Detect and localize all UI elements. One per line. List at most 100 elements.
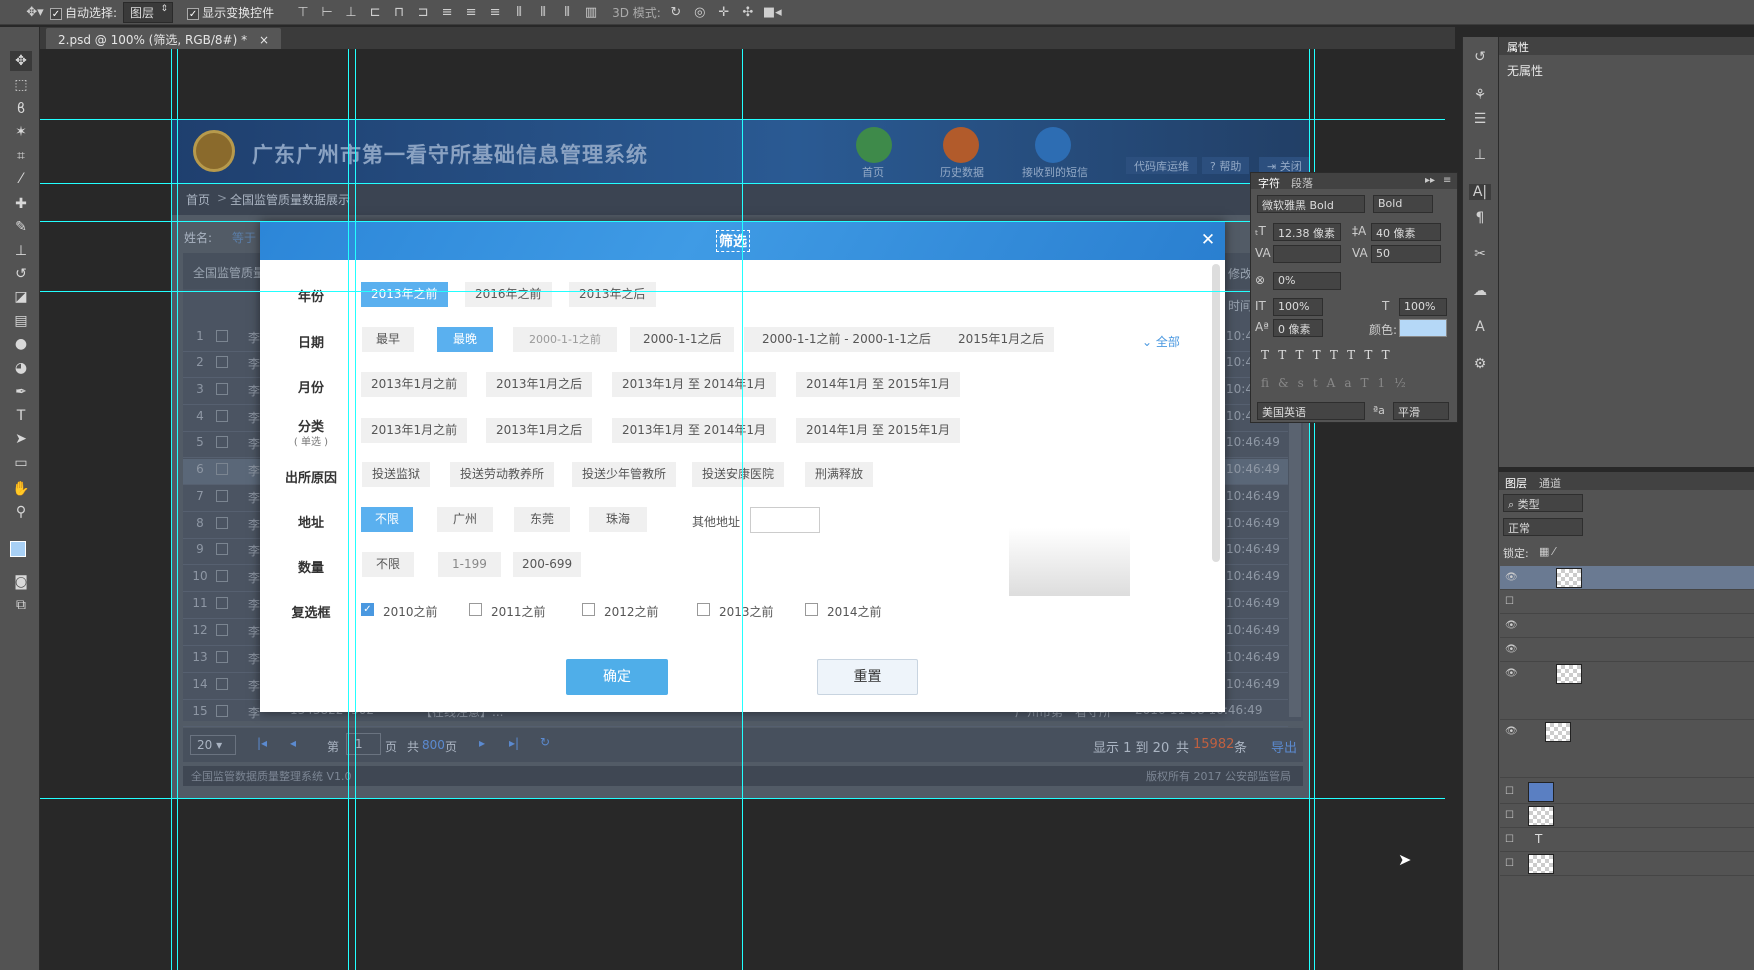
collapse-icon[interactable]: ▸▸ (1425, 175, 1435, 186)
row-checkbox[interactable] (216, 651, 228, 663)
align-bottom-icon[interactable]: ⊥ (342, 5, 360, 20)
reason-option[interactable]: 投送劳动教养所 (450, 462, 555, 487)
visibility-box-icon[interactable]: ☐ (1505, 596, 1514, 607)
layer-row[interactable] (1500, 614, 1754, 638)
reason-option[interactable]: 投送安康医院 (692, 462, 785, 487)
layer-row[interactable] (1500, 638, 1754, 662)
guide-line[interactable] (742, 49, 743, 970)
guide-line[interactable] (40, 291, 1445, 292)
align-right-icon[interactable]: ⊐ (414, 5, 432, 20)
visibility-box-icon[interactable]: ☐ (1505, 786, 1514, 797)
reason-option[interactable]: 投送少年管教所 (572, 462, 677, 487)
lock-brush-icon[interactable]: ⁄ (1553, 545, 1555, 558)
distribute-hcenter-icon[interactable]: ⫴ (534, 5, 552, 20)
row-checkbox[interactable] (216, 678, 228, 690)
quick-mask-icon[interactable]: ◙ (10, 572, 32, 592)
tab-properties[interactable]: 属性 (1507, 39, 1529, 55)
crop-tool-icon[interactable]: ⌗ (10, 146, 32, 166)
repo-ops-button[interactable]: 代码库运维 (1126, 157, 1197, 174)
show-all-link[interactable]: ⌄ 全部 (1142, 333, 1180, 350)
row-checkbox[interactable] (216, 597, 228, 609)
tab-channels[interactable]: 通道 (1539, 475, 1561, 491)
align-left-icon[interactable]: ⊏ (366, 5, 384, 20)
align-vcenter-icon[interactable]: ⊢ (318, 5, 336, 20)
font-family-select[interactable]: 微软雅黑 Bold (1257, 195, 1365, 213)
rotate-3d-icon[interactable]: ↻ (667, 5, 685, 20)
paragraph-panel-icon[interactable]: ¶ (1469, 210, 1491, 226)
refresh-icon[interactable]: ↻ (540, 735, 550, 749)
guide-line[interactable] (177, 49, 178, 970)
font-style-select[interactable]: Bold (1373, 195, 1433, 213)
move-tool-icon[interactable]: ✥ (10, 51, 32, 71)
guide-line[interactable] (40, 221, 1445, 222)
visibility-eye-icon[interactable]: 👁 (1505, 668, 1518, 679)
layer-row[interactable] (1500, 590, 1754, 614)
visibility-eye-icon[interactable]: 👁 (1505, 620, 1518, 631)
brush-tool-icon[interactable]: ✎ (10, 217, 32, 237)
row-checkbox[interactable] (216, 543, 228, 555)
history-icon[interactable] (943, 127, 979, 163)
date-option[interactable]: 最早 (362, 327, 415, 352)
month-option[interactable]: 2014年1月 至 2015年1月 (796, 372, 960, 397)
row-checkbox[interactable] (216, 570, 228, 582)
quantity-option[interactable]: 200-699 (513, 552, 582, 577)
reset-button[interactable]: 重置 (817, 659, 918, 695)
breadcrumb-home[interactable]: 首页 (186, 191, 210, 208)
checkbox-2013[interactable] (697, 603, 710, 616)
blur-tool-icon[interactable]: ● (10, 334, 32, 354)
checkbox-2012[interactable] (582, 603, 595, 616)
lasso-tool-icon[interactable]: ϐ (10, 99, 32, 119)
baseline-input[interactable]: 0 像素 (1273, 319, 1323, 337)
guide-line[interactable] (355, 49, 356, 970)
transform-checkbox[interactable]: ✓ 显示变换控件 (187, 4, 274, 21)
next-page-icon[interactable]: ▸ (479, 736, 485, 750)
gradient-tool-icon[interactable]: ▤ (10, 311, 32, 331)
guide-line[interactable] (40, 119, 1445, 120)
row-checkbox[interactable] (216, 410, 228, 422)
date-option[interactable]: 2015年1月之后 (948, 327, 1055, 352)
row-checkbox[interactable] (216, 330, 228, 342)
path-select-icon[interactable]: ➤ (10, 429, 32, 449)
history-brush-icon[interactable]: ↺ (10, 264, 32, 284)
foreground-color-swatch[interactable] (10, 541, 26, 557)
row-checkbox[interactable] (216, 624, 228, 636)
font-size-input[interactable]: 12.38 像素 (1273, 223, 1341, 241)
character-panel-icon[interactable]: A| (1469, 184, 1491, 200)
month-option[interactable]: 2013年1月 至 2014年1月 (612, 372, 776, 397)
row-checkbox[interactable] (216, 517, 228, 529)
row-checkbox[interactable] (216, 356, 228, 368)
dodge-tool-icon[interactable]: ◕ (10, 358, 32, 378)
date-option[interactable]: 2000-1-1之后 (630, 327, 735, 352)
last-page-icon[interactable]: ▸| (509, 736, 519, 750)
modal-scrollbar[interactable] (1212, 264, 1220, 562)
nav-messages[interactable]: 接收到的短信 (1022, 164, 1088, 180)
stamp-tool-icon[interactable]: ⊥ (10, 241, 32, 261)
opentype-buttons[interactable]: ﬁ&stAaT1½ (1261, 376, 1415, 390)
reason-option[interactable]: 刑满释放 (805, 462, 874, 487)
pen-tool-icon[interactable]: ✒ (10, 382, 32, 402)
auto-select-dropdown[interactable]: 图层 (123, 1, 174, 23)
row-checkbox[interactable] (216, 705, 228, 717)
shape-tool-icon[interactable]: ▭ (10, 453, 32, 473)
distribute-left-icon[interactable]: ⫴ (510, 5, 528, 20)
auto-align-icon[interactable]: ▥ (582, 5, 600, 20)
year-option[interactable]: 2016年之前 (465, 282, 552, 307)
row-checkbox[interactable] (216, 436, 228, 448)
reason-option[interactable]: 投送监狱 (362, 462, 431, 487)
visibility-eye-icon[interactable]: 👁 (1505, 726, 1518, 737)
document-tab[interactable]: 2.psd @ 100% (筛选, RGB/8#) * × (46, 28, 281, 49)
zoom-tool-icon[interactable]: ⚲ (10, 502, 32, 522)
text-color-swatch[interactable] (1399, 319, 1447, 337)
screen-mode-icon[interactable]: ⧉ (10, 595, 32, 615)
healing-brush-icon[interactable]: ✚ (10, 194, 32, 214)
visibility-eye-icon[interactable]: 👁 (1505, 572, 1518, 583)
home-icon[interactable] (856, 127, 892, 163)
other-address-input[interactable] (750, 507, 820, 533)
category-option[interactable]: 2013年1月之前 (361, 418, 468, 443)
guide-line[interactable] (40, 798, 1445, 799)
clone-source-icon[interactable]: ⊥ (1469, 147, 1491, 163)
close-icon[interactable]: × (259, 33, 269, 47)
month-option[interactable]: 2013年1月之后 (486, 372, 593, 397)
layer-row[interactable] (1500, 566, 1754, 590)
align-top-icon[interactable]: ⊤ (294, 5, 312, 20)
